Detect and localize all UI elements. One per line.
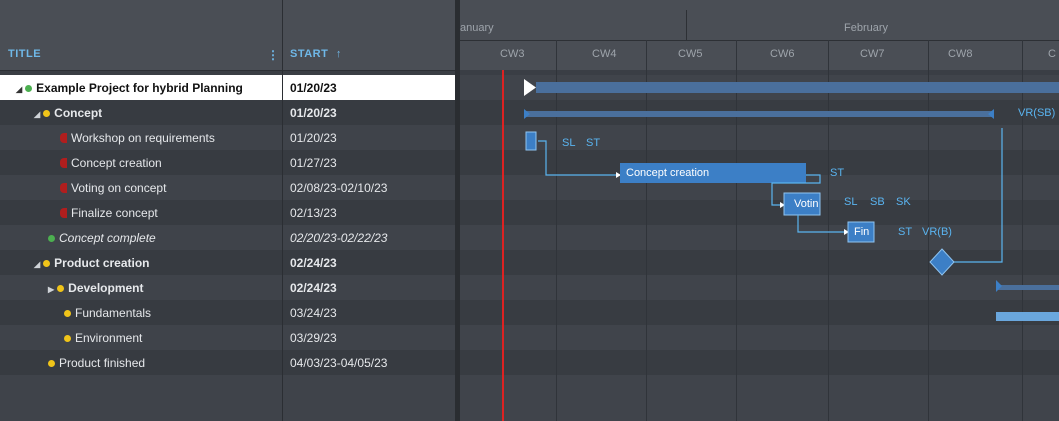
- milestone-dot-icon: [48, 235, 55, 242]
- task-title: Environment: [75, 331, 143, 345]
- expand-collapse-icon[interactable]: ◢: [34, 260, 40, 269]
- dependency-connector: [940, 128, 1003, 263]
- task-start: 02/24/23: [290, 256, 337, 270]
- task-start: 02/08/23-02/10/23: [290, 181, 388, 195]
- task-start: 03/29/23: [290, 331, 337, 345]
- project-start-marker: [524, 79, 536, 96]
- task-title: Development: [68, 281, 144, 295]
- task-marker-icon: [60, 208, 67, 218]
- task-title: Concept: [54, 106, 103, 120]
- task-start: 02/20/23-02/22/23: [290, 231, 388, 245]
- table-row[interactable]: Product finished 04/03/23-04/05/23: [0, 350, 456, 375]
- column-menu-icon[interactable]: ⋮: [267, 48, 279, 62]
- table-row[interactable]: Workshop on requirements 01/20/23: [0, 125, 456, 150]
- task-start: 01/20/23: [290, 106, 337, 120]
- resource-label: SK: [896, 196, 911, 208]
- resource-label: VR(B): [922, 226, 952, 238]
- sort-ascending-icon[interactable]: ↑: [336, 48, 342, 60]
- concept-complete-milestone[interactable]: [929, 248, 955, 276]
- dependency-connector: [797, 215, 848, 233]
- expand-collapse-icon[interactable]: ◢: [34, 110, 40, 119]
- concept-end-marker: [988, 109, 994, 119]
- finalize-bar-label: Fin: [854, 226, 870, 238]
- column-header-start-label: START: [290, 48, 329, 60]
- concept-start-marker: [524, 109, 530, 119]
- column-header-start[interactable]: START ↑: [290, 48, 342, 60]
- concept-creation-bar-label: Concept creation: [626, 167, 710, 179]
- resource-label: ST: [898, 226, 913, 238]
- table-row[interactable]: Concept creation 01/27/23: [0, 150, 456, 175]
- task-start: 02/13/23: [290, 206, 337, 220]
- column-divider[interactable]: [282, 0, 283, 421]
- table-row[interactable]: ▶ Development 02/24/23: [0, 275, 456, 300]
- task-title: Concept creation: [71, 156, 162, 170]
- status-dot-icon: [43, 260, 51, 267]
- task-marker-icon: [60, 183, 67, 193]
- project-summary-bar[interactable]: [536, 82, 1059, 93]
- task-start: 02/24/23: [290, 281, 337, 295]
- column-header-title[interactable]: TITLE: [8, 48, 41, 60]
- task-title: Concept complete: [59, 231, 156, 245]
- task-start: 01/20/23: [290, 81, 337, 95]
- table-row[interactable]: Concept complete 02/20/23-02/22/23: [0, 225, 456, 250]
- resource-label: SL: [844, 196, 858, 208]
- table-row[interactable]: Environment 03/29/23: [0, 325, 456, 350]
- task-title: Example Project for hybrid Planning: [36, 81, 243, 95]
- product-creation-bar[interactable]: [996, 285, 1059, 290]
- status-dot-icon: [64, 310, 71, 317]
- table-row[interactable]: ◢ Example Project for hybrid Planning 01/…: [0, 75, 456, 100]
- task-title: Product creation: [54, 256, 150, 270]
- task-title: Finalize concept: [71, 206, 158, 220]
- table-row[interactable]: ◢ Product creation 02/24/23: [0, 250, 456, 275]
- voting-bar-label: Votin: [794, 198, 819, 210]
- task-start: 01/27/23: [290, 156, 337, 170]
- status-dot-icon: [25, 85, 33, 92]
- task-title: Fundamentals: [75, 306, 152, 320]
- table-row[interactable]: Finalize concept 02/13/23: [0, 200, 456, 225]
- task-marker-icon: [60, 158, 67, 168]
- task-grid: TITLE ⋮ START ↑ ◢ Example Project for hyb…: [0, 0, 456, 421]
- status-dot-icon: [57, 285, 65, 292]
- gantt-chart: anuary February CW3 CW4 CW5 CW6 CW7 CW8 …: [460, 0, 1059, 421]
- expand-collapse-icon[interactable]: ◢: [16, 85, 22, 94]
- resource-label: SL: [562, 137, 576, 149]
- task-title: Product finished: [59, 356, 146, 370]
- empty-row: [0, 375, 456, 421]
- task-start: 03/24/23: [290, 306, 337, 320]
- status-dot-icon: [64, 335, 71, 342]
- status-dot-icon: [43, 110, 51, 117]
- resource-label: ST: [586, 137, 601, 149]
- task-title: Workshop on requirements: [71, 131, 215, 145]
- table-row[interactable]: Fundamentals 03/24/23: [0, 300, 456, 325]
- expand-collapse-icon[interactable]: ▶: [48, 285, 54, 294]
- task-start: 01/20/23: [290, 131, 337, 145]
- workshop-bar[interactable]: [525, 131, 537, 151]
- resource-label: ST: [830, 167, 845, 179]
- development-bar[interactable]: [996, 312, 1059, 321]
- status-dot-icon: [48, 360, 55, 367]
- task-title: Voting on concept: [71, 181, 167, 195]
- grid-header: TITLE ⋮ START ↑: [0, 0, 456, 71]
- concept-summary-bar[interactable]: [524, 111, 994, 117]
- table-row[interactable]: Voting on concept 02/08/23-02/10/23: [0, 175, 456, 200]
- dependency-connector: [538, 140, 620, 176]
- resource-label: VR(SB): [1018, 107, 1056, 119]
- resource-label: SB: [870, 196, 885, 208]
- gantt-bars: [524, 79, 1059, 321]
- task-start: 04/03/23-04/05/23: [290, 356, 388, 370]
- table-row[interactable]: ◢ Concept 01/20/23: [0, 100, 456, 125]
- task-marker-icon: [60, 133, 67, 143]
